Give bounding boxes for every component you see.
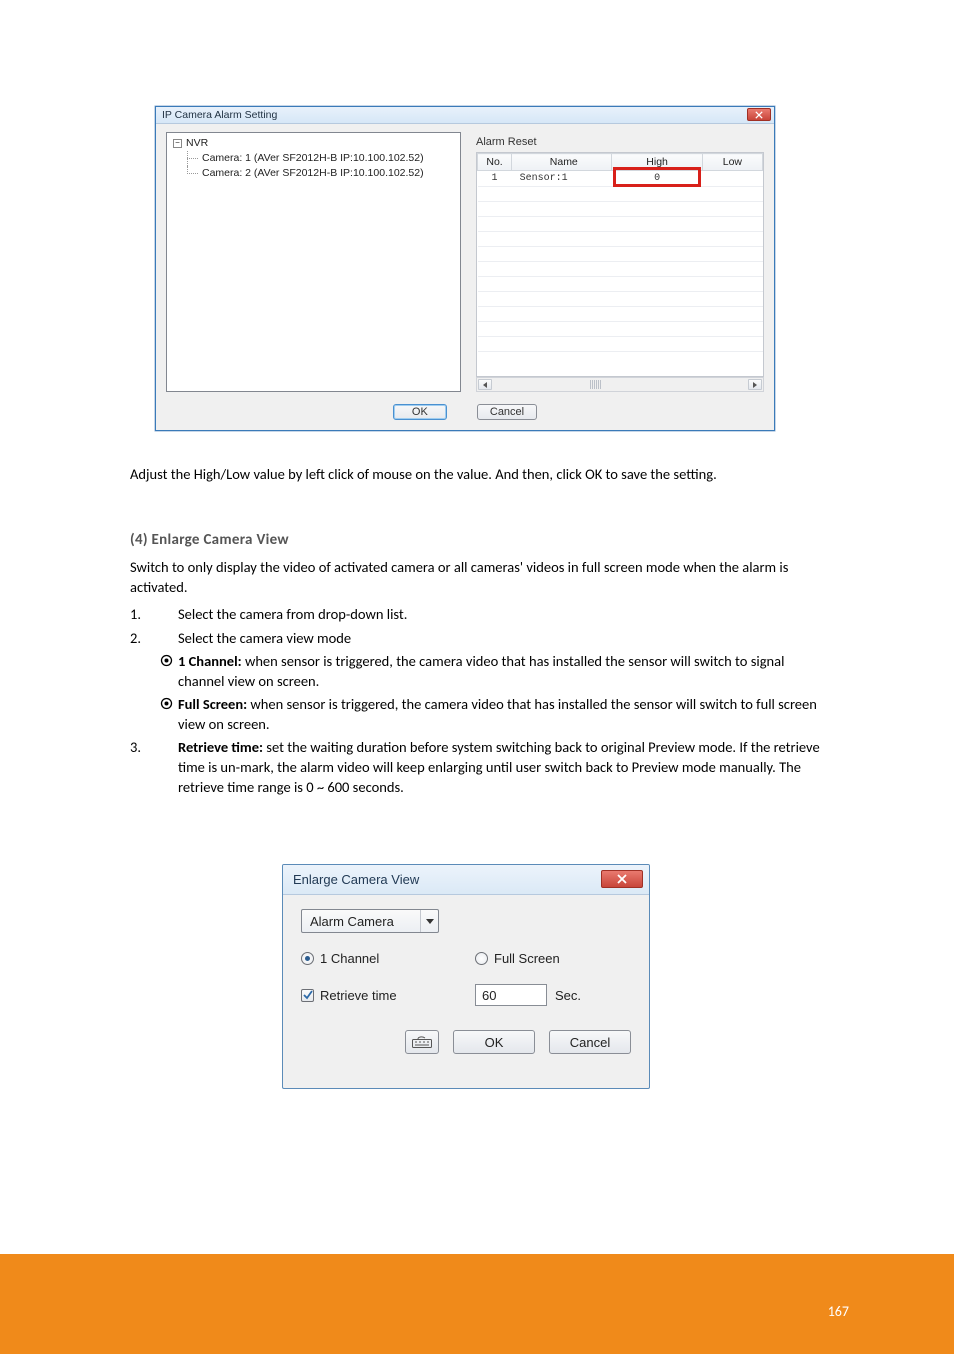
list-number: 1. bbox=[130, 605, 141, 625]
view-mode-row: 1 Channel Full Screen bbox=[301, 951, 631, 966]
camera-tree-panel[interactable]: − NVR Camera: 1 (AVer SF2012H-B IP:10.10… bbox=[166, 132, 461, 392]
virtual-keyboard-button[interactable] bbox=[405, 1030, 439, 1054]
sensor-table-panel: No. Name High Low 1 Sensor:1 0 bbox=[476, 152, 764, 377]
collapse-icon[interactable]: − bbox=[173, 139, 182, 148]
dialog-button-row: OK Cancel bbox=[301, 1030, 631, 1054]
page-footer: 167 bbox=[0, 1254, 954, 1354]
dropdown-caret[interactable] bbox=[420, 910, 438, 932]
scrollbar-track[interactable] bbox=[494, 379, 746, 390]
cell-name: Sensor:1 bbox=[512, 171, 612, 187]
ok-button[interactable]: OK bbox=[393, 404, 447, 420]
header-name: Name bbox=[512, 154, 612, 171]
close-button[interactable] bbox=[601, 870, 643, 888]
header-high: High bbox=[612, 154, 702, 171]
keyboard-icon bbox=[412, 1036, 432, 1048]
cancel-button[interactable]: Cancel bbox=[477, 404, 537, 420]
caret-left-icon bbox=[482, 382, 488, 388]
paragraph: Switch to only display the video of acti… bbox=[130, 558, 825, 597]
cell-low[interactable] bbox=[702, 171, 762, 187]
checkbox-icon bbox=[301, 989, 314, 1002]
combo-selected-label: Alarm Camera bbox=[310, 914, 394, 929]
page-number: 167 bbox=[828, 1303, 849, 1320]
chevron-down-icon bbox=[426, 919, 434, 924]
tree-root-label: NVR bbox=[186, 137, 208, 149]
paragraph: Adjust the High/Low value by left click … bbox=[130, 465, 825, 485]
cell-high[interactable]: 0 bbox=[612, 171, 702, 187]
tree-root[interactable]: − NVR bbox=[173, 137, 454, 149]
list-item: 3. Retrieve time: set the waiting durati… bbox=[130, 738, 825, 797]
retrieve-time-checkbox[interactable]: Retrieve time bbox=[301, 988, 397, 1003]
header-low: Low bbox=[702, 154, 762, 171]
dialog-title: IP Camera Alarm Setting bbox=[162, 109, 277, 121]
scrollbar-grip-icon bbox=[590, 380, 602, 389]
close-icon bbox=[617, 874, 627, 884]
list-number: 2. bbox=[130, 629, 141, 649]
seconds-unit-label: Sec. bbox=[555, 988, 581, 1003]
radio-1-channel[interactable]: 1 Channel bbox=[301, 951, 379, 966]
enlarge-camera-view-dialog: Enlarge Camera View Alarm Camera 1 Chann… bbox=[282, 864, 650, 1089]
list-subitem: 1 Channel: when sensor is triggered, the… bbox=[130, 652, 825, 691]
dialog-titlebar: IP Camera Alarm Setting bbox=[156, 107, 774, 124]
alarm-reset-label: Alarm Reset bbox=[476, 136, 537, 148]
scroll-left-button[interactable] bbox=[478, 379, 492, 390]
dialog-titlebar: Enlarge Camera View bbox=[283, 865, 649, 895]
dialog-button-row: OK Cancel bbox=[156, 404, 774, 420]
sensor-table: No. Name High Low 1 Sensor:1 0 bbox=[477, 153, 763, 352]
bullet-odot-icon bbox=[160, 696, 173, 709]
bullet-odot-icon bbox=[160, 653, 173, 666]
ok-button[interactable]: OK bbox=[453, 1030, 535, 1054]
radio-icon bbox=[301, 952, 314, 965]
list-item: 2. Select the camera view mode bbox=[130, 629, 825, 649]
list-subitem: Full Screen: when sensor is triggered, t… bbox=[130, 695, 825, 734]
radio-full-screen[interactable]: Full Screen bbox=[475, 951, 560, 966]
cell-no: 1 bbox=[478, 171, 512, 187]
header-no: No. bbox=[478, 154, 512, 171]
close-button[interactable] bbox=[747, 108, 771, 121]
horizontal-scrollbar[interactable] bbox=[476, 377, 764, 392]
cancel-button[interactable]: Cancel bbox=[549, 1030, 631, 1054]
retrieve-time-row: Retrieve time 60 Sec. bbox=[301, 984, 631, 1006]
dialog-title: Enlarge Camera View bbox=[293, 872, 419, 887]
scroll-right-button[interactable] bbox=[748, 379, 762, 390]
section-heading: (4) Enlarge Camera View bbox=[130, 530, 825, 550]
retrieve-time-input[interactable]: 60 bbox=[475, 984, 547, 1006]
check-icon bbox=[303, 990, 313, 1000]
list-number: 3. bbox=[130, 738, 141, 758]
dialog-body: − NVR Camera: 1 (AVer SF2012H-B IP:10.10… bbox=[156, 124, 774, 430]
ordered-list: 1. Select the camera from drop-down list… bbox=[130, 605, 825, 801]
close-icon bbox=[755, 111, 763, 119]
table-row[interactable]: 1 Sensor:1 0 bbox=[478, 171, 763, 187]
dialog-body: Alarm Camera 1 Channel Full Screen bbox=[283, 895, 649, 1066]
camera-select[interactable]: Alarm Camera bbox=[301, 909, 439, 933]
radio-icon bbox=[475, 952, 488, 965]
tree-item-camera-2[interactable]: Camera: 2 (AVer SF2012H-B IP:10.100.102.… bbox=[187, 166, 454, 181]
table-header-row: No. Name High Low bbox=[478, 154, 763, 171]
caret-right-icon bbox=[752, 382, 758, 388]
ip-camera-alarm-setting-dialog: IP Camera Alarm Setting − NVR Camera: 1 … bbox=[155, 106, 775, 431]
list-item: 1. Select the camera from drop-down list… bbox=[130, 605, 825, 625]
tree-item-camera-1[interactable]: Camera: 1 (AVer SF2012H-B IP:10.100.102.… bbox=[187, 151, 454, 166]
